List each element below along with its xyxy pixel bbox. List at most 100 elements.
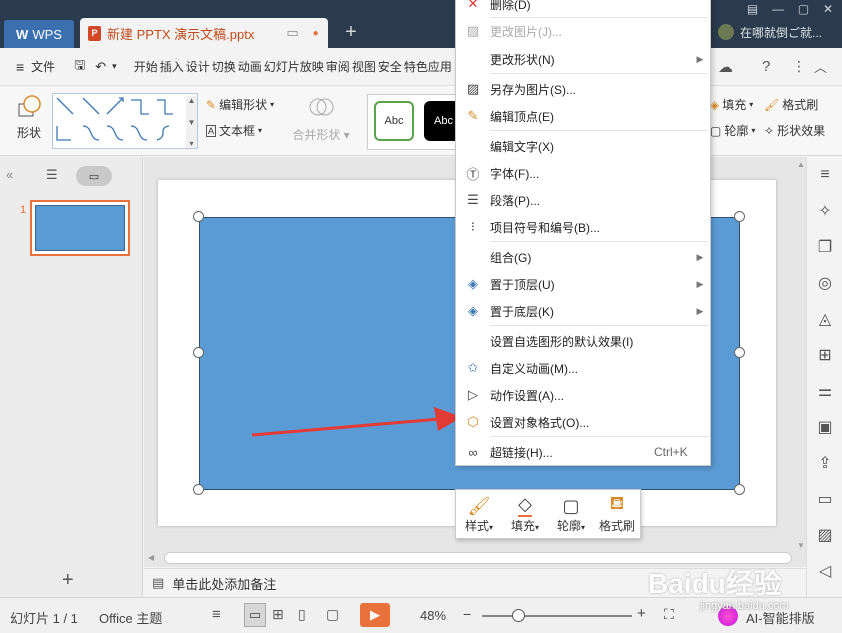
hamburger-icon[interactable]: ≡ (16, 59, 24, 75)
menu-action-settings[interactable]: ▷ 动作设置(A)... (456, 382, 710, 408)
image-icon[interactable]: ▣ (807, 409, 842, 445)
maximize-icon[interactable]: ▢ (798, 2, 809, 18)
toolbar-more-icon[interactable]: ▾ (112, 61, 117, 72)
more-options-icon[interactable]: ⋮ (792, 58, 806, 75)
picture-icon[interactable]: ▨ (807, 517, 842, 553)
menu-change-picture[interactable]: ▨ 更改图片(J)... (456, 18, 710, 44)
menu-paragraph[interactable]: ☰ 段落(P)... (456, 187, 710, 213)
user-area[interactable]: 在哪就倒ご就... (718, 22, 842, 42)
shape-button[interactable]: 形状 (12, 94, 46, 150)
menu-hyperlink[interactable]: ∞ 超链接(H)... Ctrl+K (456, 439, 710, 465)
close-icon[interactable]: ✕ (823, 2, 833, 18)
textbox-button[interactable]: A 文本框 ▾ (206, 122, 262, 139)
fill-panel-icon[interactable]: ◬ (807, 301, 842, 337)
menu-edit-text[interactable]: 编辑文字(X) (456, 133, 710, 159)
menu-review[interactable]: 审阅 (325, 58, 351, 75)
style-black[interactable]: Abc (424, 101, 458, 141)
menu-transition[interactable]: 切换 (211, 58, 237, 75)
magic-icon[interactable]: ✧ (807, 193, 842, 229)
menu-change-shape[interactable]: 更改形状(N) ▶ (456, 46, 710, 72)
save-icon[interactable]: 🖫 (74, 56, 85, 78)
menu-bullets[interactable]: ⁝ 项目符号和编号(B)... (456, 214, 710, 240)
outline-view-icon[interactable]: ☰ (46, 167, 58, 183)
sound-icon[interactable]: ◁ (807, 553, 842, 589)
menu-file[interactable]: 文件 (30, 58, 56, 75)
notes-toggle-icon[interactable]: ≡ (212, 606, 221, 623)
zoom-in-icon[interactable]: + (637, 605, 646, 622)
properties-icon[interactable]: ≡ (807, 157, 842, 193)
settings-sliders-icon[interactable]: ⚌ (807, 373, 842, 409)
style-green[interactable]: Abc (374, 101, 414, 141)
slide-view-icon[interactable]: ▭ (76, 166, 112, 186)
menu-delete[interactable]: ✕ 删除(D) (456, 0, 710, 17)
resize-handle-br[interactable] (734, 484, 745, 495)
vertical-scrollbar[interactable]: ▲ ▼ (796, 160, 806, 550)
resize-handle-mr[interactable] (734, 347, 745, 358)
add-slide-icon[interactable]: + (62, 569, 74, 592)
cloud-icon[interactable]: ☁ (718, 58, 733, 76)
minimize-icon[interactable]: — (772, 2, 784, 18)
document-tab[interactable]: P 新建 PPTX 演示文稿.pptx ▭ ● (80, 18, 328, 48)
sorter-view-icon[interactable]: ⊞ (272, 606, 284, 623)
skin-icon[interactable]: ▤ (747, 2, 758, 18)
zoom-level[interactable]: 48% (420, 608, 446, 623)
merge-shape-button[interactable]: 合并形状 ▾ (290, 94, 352, 150)
theme-name[interactable]: Office 主题 (99, 608, 162, 627)
zoom-out-icon[interactable]: − (463, 606, 471, 622)
menu-save-as-picture[interactable]: ▨ 另存为图片(S)... (456, 76, 710, 102)
outline-button[interactable]: ▢ 轮廓 ▾ (710, 122, 755, 139)
reading-view-icon[interactable]: ▯ (298, 606, 306, 623)
menu-edit-points[interactable]: ✎ 编辑顶点(E) (456, 103, 710, 129)
shape-styles-gallery[interactable]: Abc Abc (367, 94, 458, 150)
collapse-panel-icon[interactable]: « (6, 167, 13, 182)
mini-fill-button[interactable]: ◇ 填充▾ (502, 490, 548, 538)
menu-design[interactable]: 设计 (185, 58, 211, 75)
menu-group[interactable]: 组合(G) ▶ (456, 244, 710, 270)
gallery-scroll[interactable]: ▲ ▼ ▾ (186, 96, 197, 148)
menu-slideshow[interactable]: 幻灯片放映 (263, 58, 325, 75)
scroll-left-icon[interactable]: ◀ (148, 553, 154, 562)
mini-style-button[interactable]: 🖌 样式▾ (456, 490, 502, 538)
mini-outline-button[interactable]: ▢ 轮廓▾ (548, 490, 594, 538)
shapes-icon[interactable]: ◎ (807, 265, 842, 301)
grid-icon[interactable]: ⊞ (807, 337, 842, 373)
play-slideshow-button[interactable]: ▶ (360, 603, 390, 627)
share-icon[interactable]: ⇪ (807, 445, 842, 481)
resize-handle-tl[interactable] (193, 211, 204, 222)
wps-home-tab[interactable]: W WPS (4, 20, 74, 48)
menu-font[interactable]: Ⓣ 字体(F)... (456, 160, 710, 186)
menu-custom-animation[interactable]: ✩ 自定义动画(M)... (456, 355, 710, 381)
menu-bring-to-front[interactable]: ◈ 置于顶层(U) ▶ (456, 271, 710, 297)
fill-button[interactable]: ◈ 填充 ▾ (710, 96, 753, 113)
resize-handle-ml[interactable] (193, 347, 204, 358)
shape-effect-button[interactable]: ✧ 形状效果 (764, 122, 825, 139)
menu-animation[interactable]: 动画 (237, 58, 263, 75)
menu-default-effect[interactable]: 设置自选图形的默认效果(I) (456, 328, 710, 354)
mini-format-brush-button[interactable]: ⛾ 格式刷 (594, 490, 640, 538)
menu-security[interactable]: 安全 (377, 58, 403, 75)
menu-format-object[interactable]: ⬡ 设置对象格式(O)... (456, 409, 710, 435)
slide-thumbnail[interactable] (30, 200, 130, 256)
collapse-ribbon-icon[interactable]: ︿ (814, 57, 827, 76)
new-tab-button[interactable]: + (340, 20, 362, 44)
archive-icon[interactable]: ▭ (807, 481, 842, 517)
zoom-slider[interactable] (482, 615, 632, 617)
copy-format-icon[interactable]: ❐ (807, 229, 842, 265)
shapes-gallery[interactable] (52, 93, 198, 149)
help-button[interactable]: ? (762, 58, 770, 75)
normal-view-icon[interactable]: ▭ (244, 603, 266, 627)
menu-send-to-back[interactable]: ◈ 置于底层(K) ▶ (456, 298, 710, 324)
menu-features[interactable]: 特色应用 (403, 58, 453, 75)
zoom-slider-thumb[interactable] (512, 609, 525, 622)
resize-handle-tr[interactable] (734, 211, 745, 222)
menu-start[interactable]: 开始 (133, 58, 159, 75)
avatar[interactable] (718, 24, 734, 40)
resize-handle-bl[interactable] (193, 484, 204, 495)
menu-view[interactable]: 视图 (351, 58, 377, 75)
undo-icon[interactable]: ↶ (95, 59, 106, 75)
monitor-icon[interactable]: ▭ (286, 25, 298, 41)
presenter-view-icon[interactable]: ▢ (326, 606, 339, 623)
format-brush-button[interactable]: 🖌 格式刷 (764, 96, 818, 113)
edit-shape-button[interactable]: ✎ 编辑形状 ▾ (206, 96, 274, 113)
menu-insert[interactable]: 插入 (159, 58, 185, 75)
